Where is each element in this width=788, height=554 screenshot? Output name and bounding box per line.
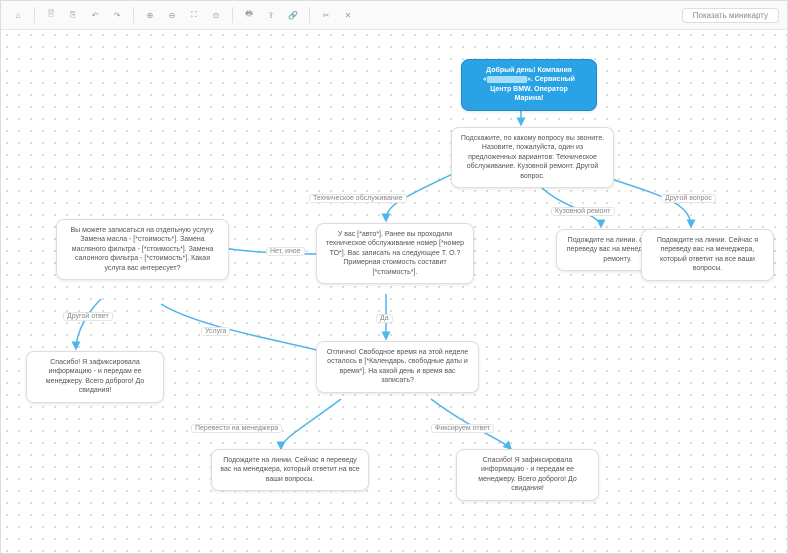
new-icon[interactable]: 🗎	[42, 6, 60, 24]
toolbar: ⌂ 🗎 ⎘ ↶ ↷ ⊕ ⊖ ⛶ ⊙ 🖶 ⇪ 🔗 ✂ ✕ Показать мин…	[1, 1, 787, 30]
edge-label-no: Нет, иное	[266, 247, 305, 256]
home-icon[interactable]: ⌂	[9, 6, 27, 24]
center-icon[interactable]: ⊙	[207, 6, 225, 24]
edge-label-body: Кузовной ремонт	[551, 207, 615, 216]
text: Подскажите, по какому вопросу вы звоните…	[461, 135, 604, 180]
text: Отлично! Свободное время на этой неделе …	[327, 349, 468, 384]
edge-label-other: Другой вопрос	[661, 194, 716, 203]
text: Подождите на линии. Сейчас я переведу ва…	[220, 457, 359, 483]
node-schedule[interactable]: Отлично! Свободное время на этой неделе …	[316, 341, 479, 393]
edge-label-transfer-manager: Перевести на менеджера	[191, 424, 282, 433]
node-tech-service[interactable]: У вас [*авто*]. Ранее вы проходили техни…	[316, 223, 474, 284]
separator	[133, 7, 134, 23]
edge-label-tech: Техническое обслуживание	[309, 194, 407, 203]
cut-icon[interactable]: ✂	[317, 6, 335, 24]
text: Подождите на линии. Сейчас я переведу ва…	[657, 237, 758, 272]
node-transfer-manager[interactable]: Подождите на линии. Сейчас я переведу ва…	[211, 449, 369, 491]
fit-icon[interactable]: ⛶	[185, 6, 203, 24]
text: ». Сервисный	[527, 76, 575, 83]
edges-layer	[1, 29, 787, 553]
text: У вас [*авто*]. Ранее вы проходили техни…	[326, 231, 464, 276]
separator	[232, 7, 233, 23]
diagram-canvas[interactable]: Добрый день! Компания «». Сервисный Цент…	[1, 29, 787, 553]
export-icon[interactable]: ⇪	[262, 6, 280, 24]
redacted	[487, 76, 527, 83]
edge-label-service: Услуга	[201, 327, 230, 336]
node-separate-services[interactable]: Вы можете записаться на отдельную услугу…	[56, 219, 229, 280]
text: Спасибо! Я зафиксировала информацию - и …	[478, 457, 576, 492]
delete-icon[interactable]: ✕	[339, 6, 357, 24]
app-window: ⌂ 🗎 ⎘ ↶ ↷ ⊕ ⊖ ⛶ ⊙ 🖶 ⇪ 🔗 ✂ ✕ Показать мин…	[0, 0, 788, 554]
node-start[interactable]: Добрый день! Компания «». Сервисный Цент…	[461, 59, 597, 111]
undo-icon[interactable]: ↶	[86, 6, 104, 24]
edge-label-yes: Да	[376, 314, 393, 323]
text: Центр BMW. Оператор	[490, 86, 568, 93]
separator	[309, 7, 310, 23]
text: Добрый день! Компания	[486, 67, 572, 74]
copy-icon[interactable]: ⎘	[64, 6, 82, 24]
separator	[34, 7, 35, 23]
show-minimap-button[interactable]: Показать миникарту	[682, 8, 779, 23]
zoom-in-icon[interactable]: ⊕	[141, 6, 159, 24]
node-thanks-left[interactable]: Спасибо! Я зафиксировала информацию - и …	[26, 351, 164, 403]
redo-icon[interactable]: ↷	[108, 6, 126, 24]
text: Вы можете записаться на отдельную услугу…	[71, 227, 215, 272]
print-icon[interactable]: 🖶	[240, 6, 258, 24]
edge-label-other-answer: Другой ответ	[63, 312, 113, 321]
node-thanks-right[interactable]: Спасибо! Я зафиксировала информацию - и …	[456, 449, 599, 501]
node-question[interactable]: Подскажите, по какому вопросу вы звоните…	[451, 127, 614, 188]
text: Марина!	[515, 95, 544, 102]
node-other-question[interactable]: Подождите на линии. Сейчас я переведу ва…	[641, 229, 774, 281]
link-icon[interactable]: 🔗	[284, 6, 302, 24]
edge-label-fix-answer: Фиксируем ответ	[431, 424, 494, 433]
text: Спасибо! Я зафиксировала информацию - и …	[46, 359, 144, 394]
zoom-out-icon[interactable]: ⊖	[163, 6, 181, 24]
